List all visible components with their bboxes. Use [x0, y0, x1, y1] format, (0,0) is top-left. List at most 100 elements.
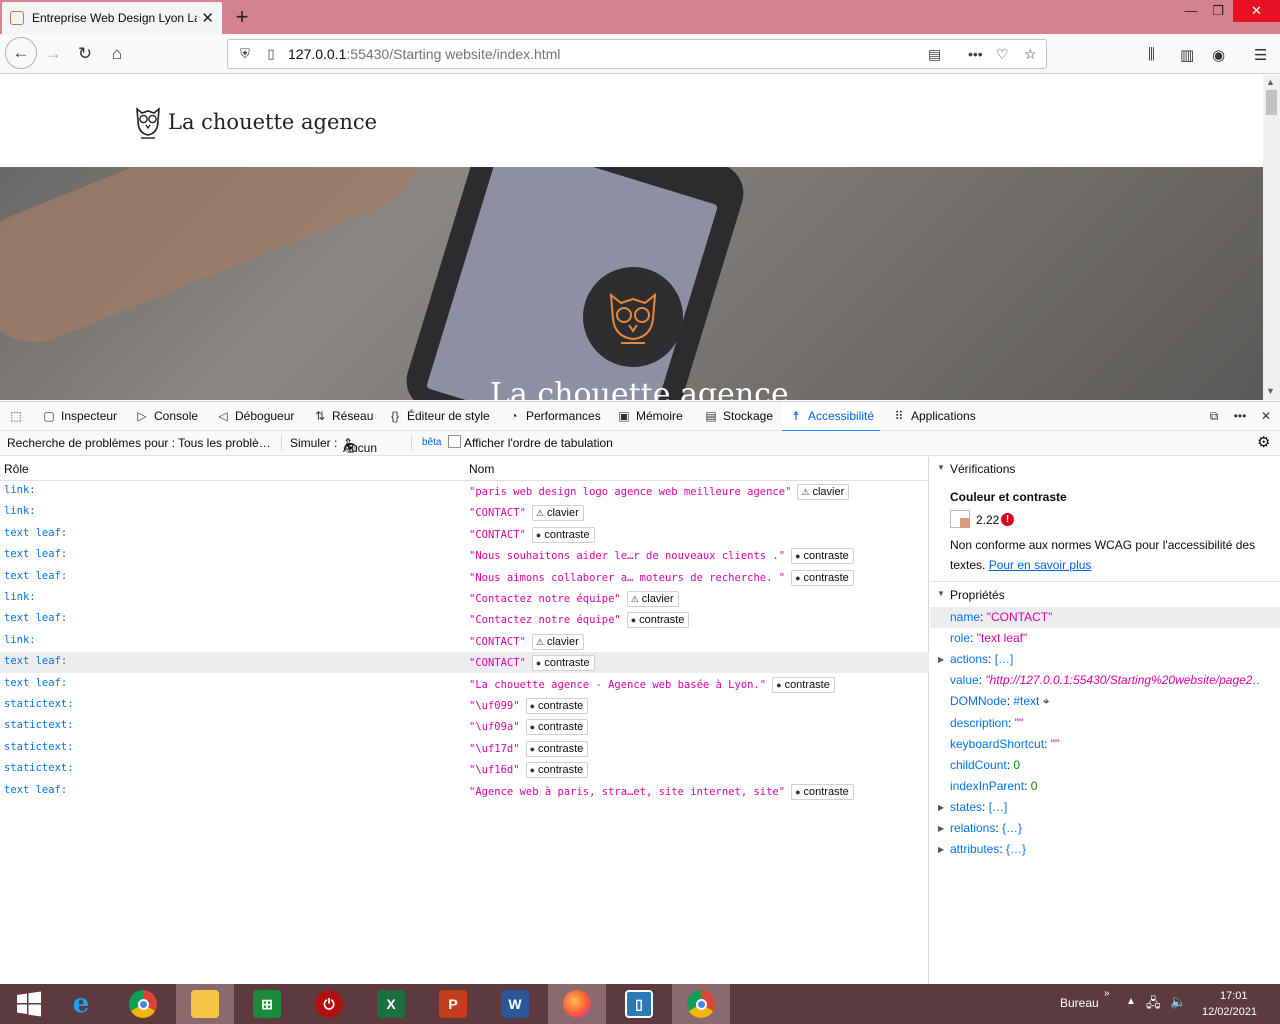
taskbar-chrome[interactable]: [114, 984, 172, 1024]
new-tab-button[interactable]: +: [232, 4, 252, 30]
tree-row[interactable]: text leaf: "Nous aimons collaborer a… mot…: [0, 567, 929, 588]
tab-editeur-de-style[interactable]: {} Éditeur de style: [387, 402, 490, 432]
site-logo[interactable]: La chouette agence: [134, 105, 377, 139]
taskbar-power[interactable]: ⏻: [300, 984, 358, 1024]
expand-icon[interactable]: ▶: [938, 655, 944, 664]
tree-row[interactable]: statictext: "\uf09a" ● contraste: [0, 716, 929, 737]
library-icon[interactable]: ⫼: [1148, 46, 1155, 63]
property-role[interactable]: role: "text leaf": [950, 631, 1027, 645]
tree-row[interactable]: text leaf: "Contactez notre équipe" ● contr…: [0, 609, 929, 630]
contrast-issue-badge[interactable]: ● contraste: [525, 762, 589, 779]
volume-icon[interactable]: 🔈: [1170, 994, 1186, 1010]
tree-row[interactable]: text leaf: "CONTACT" ● contraste: [0, 524, 929, 545]
property-DOMNode[interactable]: DOMNode: #text ⌖: [950, 694, 1049, 709]
bookmark-star-icon[interactable]: ☆: [1024, 46, 1037, 63]
tree-row[interactable]: link: "CONTACT" ⚠ clavier: [0, 631, 929, 652]
property-attributes[interactable]: ▶ attributes: {…}: [938, 842, 1026, 856]
properties-section-header[interactable]: ▼ Propriétés: [930, 583, 1280, 607]
issues-filter-dropdown[interactable]: Tous les problè…: [178, 436, 271, 450]
select-node-icon[interactable]: ⌖: [1039, 694, 1050, 708]
taskbar-chrome-2[interactable]: [672, 984, 730, 1024]
expand-icon[interactable]: ▶: [938, 845, 944, 854]
property-childCount[interactable]: childCount: 0: [950, 758, 1020, 772]
expand-icon[interactable]: ▶: [938, 803, 944, 812]
keyboard-issue-badge[interactable]: ⚠ clavier: [531, 633, 584, 650]
property-name[interactable]: name: "CONTACT": [950, 610, 1052, 624]
browser-tab[interactable]: Entreprise Web Design Lyon La ✕: [2, 2, 222, 34]
reload-button[interactable]: ↻: [71, 40, 99, 68]
page-icon[interactable]: ▯: [262, 46, 280, 62]
keyboard-issue-badge[interactable]: ⚠ clavier: [797, 484, 850, 500]
start-button[interactable]: [0, 984, 58, 1024]
contrast-issue-badge[interactable]: ● contraste: [791, 569, 854, 586]
menu-icon[interactable]: ☰: [1254, 46, 1267, 64]
tab-reseau[interactable]: ⇅ Réseau: [312, 402, 373, 432]
tree-row[interactable]: text leaf: "CONTACT" ● contraste: [0, 652, 929, 674]
property-description[interactable]: description: "": [950, 716, 1023, 730]
tree-row[interactable]: text leaf: "Agence web à paris, stra…et, …: [0, 781, 929, 802]
window-close-button[interactable]: ✕: [1233, 0, 1280, 22]
dock-toggle-button[interactable]: ⧉: [1206, 402, 1226, 432]
close-tab-icon[interactable]: ✕: [201, 9, 214, 27]
forward-button[interactable]: →: [39, 40, 67, 68]
property-relations[interactable]: ▶ relations: {…}: [938, 821, 1022, 835]
taskbar-app[interactable]: ▯: [610, 984, 668, 1024]
expand-toolbar-icon[interactable]: »: [1104, 988, 1110, 999]
show-hidden-icons[interactable]: ▲: [1126, 996, 1136, 1007]
tab-applications[interactable]: ⠿ Applications: [891, 402, 976, 432]
page-scrollbar[interactable]: ▲ ▼: [1263, 75, 1280, 400]
tree-row[interactable]: link: "CONTACT" ⚠ clavier: [0, 502, 929, 523]
scroll-thumb[interactable]: [1266, 90, 1277, 115]
contrast-issue-badge[interactable]: ● contraste: [531, 526, 595, 543]
contrast-issue-badge[interactable]: ● contraste: [525, 719, 589, 736]
taskbar-store[interactable]: ⊞: [238, 984, 296, 1024]
learn-more-link[interactable]: Pour en savoir plus: [989, 558, 1092, 572]
property-value[interactable]: value: "http://127.0.0.1:55430/Starting%…: [950, 673, 1260, 687]
devtools-close-button[interactable]: ✕: [1258, 402, 1278, 432]
url-text[interactable]: 127.0.0.1:55430/Starting website/index.h…: [288, 46, 560, 62]
back-button[interactable]: ←: [5, 37, 37, 69]
keyboard-issue-badge[interactable]: ⚠ clavier: [531, 505, 584, 522]
page-actions-icon[interactable]: •••: [968, 46, 983, 62]
contrast-issue-badge[interactable]: ● contraste: [791, 548, 854, 565]
clock-time[interactable]: 17:01: [1220, 990, 1248, 1002]
clock-date[interactable]: 12/02/2021: [1202, 1006, 1257, 1018]
tab-inspecteur[interactable]: ▢ Inspecteur: [41, 402, 117, 432]
tab-order-label[interactable]: Afficher l'ordre de tabulation: [464, 436, 613, 450]
contrast-issue-badge[interactable]: ● contraste: [772, 676, 835, 693]
tree-row[interactable]: statictext: "\uf17d" ● contraste: [0, 738, 929, 759]
taskbar-word[interactable]: W: [486, 984, 544, 1024]
tree-row[interactable]: statictext: "\uf16d" ● contraste: [0, 759, 929, 780]
scroll-down-icon[interactable]: ▼: [1266, 386, 1275, 396]
network-tray-icon[interactable]: 🖧: [1146, 994, 1161, 1016]
tree-row[interactable]: statictext: "\uf099" ● contraste: [0, 695, 929, 716]
contrast-issue-badge[interactable]: ● contraste: [525, 698, 589, 714]
simulate-dropdown[interactable]: 👁︎ Aucun ⇕: [343, 436, 377, 455]
taskbar-firefox[interactable]: [548, 984, 606, 1024]
tree-row[interactable]: text leaf: "Nous souhaitons aider le…r de…: [0, 545, 929, 566]
contrast-issue-badge[interactable]: ● contraste: [791, 783, 854, 800]
expand-icon[interactable]: ▶: [938, 824, 944, 833]
reader-view-icon[interactable]: ▤: [928, 46, 941, 63]
pick-element-button[interactable]: ⬚: [8, 402, 28, 432]
taskbar-excel[interactable]: X: [362, 984, 420, 1024]
bureau-toolbar[interactable]: Bureau: [1060, 996, 1099, 1010]
property-actions[interactable]: ▶ actions: […]: [938, 652, 1013, 666]
home-button[interactable]: ⌂: [103, 40, 131, 68]
checks-section-header[interactable]: ▼ Vérifications: [930, 457, 1280, 481]
tab-order-checkbox[interactable]: [448, 435, 461, 448]
contrast-issue-badge[interactable]: ● contraste: [525, 740, 589, 757]
tab-debogueur[interactable]: ◁ Débogueur: [215, 402, 294, 432]
taskbar-powerpoint[interactable]: P: [424, 984, 482, 1024]
property-states[interactable]: ▶ states: […]: [938, 800, 1007, 814]
tab-performances[interactable]: ◔ Performances: [506, 402, 600, 432]
shield-icon[interactable]: ⛨: [236, 46, 254, 62]
url-bar[interactable]: ⛨ ▯ 127.0.0.1:55430/Starting website/ind…: [227, 39, 1047, 69]
tab-console[interactable]: ▷ Console: [134, 402, 198, 432]
devtools-menu-button[interactable]: •••: [1232, 402, 1252, 432]
settings-gear-icon[interactable]: ⚙: [1257, 433, 1270, 451]
account-icon[interactable]: ◉: [1212, 46, 1225, 64]
tree-row[interactable]: link: "paris web design logo agence web m…: [0, 481, 929, 502]
pocket-icon[interactable]: ♡: [996, 46, 1009, 63]
scroll-up-icon[interactable]: ▲: [1266, 77, 1275, 87]
